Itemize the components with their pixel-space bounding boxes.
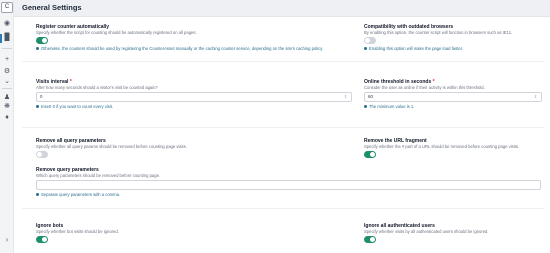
hint-text: Insert 0 if you want to count every visi… <box>41 104 114 109</box>
info-icon <box>364 47 367 51</box>
compatibility-field: Compatibility with outdated browsers By … <box>364 24 544 51</box>
field-hint: The minimum value is 1. <box>364 104 544 109</box>
settings-icon[interactable]: ❋ <box>3 103 11 111</box>
query-params-field: Remove query parameters Which query para… <box>36 167 544 197</box>
input-value: 0 <box>40 94 43 99</box>
input-value: 60 <box>368 94 374 99</box>
visits-interval-field: Visits interval * After how many seconds… <box>36 79 362 109</box>
sidebar-divider <box>2 48 12 49</box>
section-divider <box>22 61 544 62</box>
field-description: Specify whether the script for counting … <box>36 30 197 35</box>
field-description: Specify whether all query params should … <box>36 144 187 149</box>
plus-icon[interactable]: + <box>3 56 11 64</box>
field-description: Specify whether the # part of a URL shou… <box>364 144 520 149</box>
field-hint: Insert 0 if you want to count every visi… <box>36 104 362 109</box>
info-icon <box>36 47 39 51</box>
field-description: By enabling this option, the counter scr… <box>364 30 513 35</box>
section-divider <box>22 127 544 128</box>
info-icon <box>36 105 39 109</box>
toggle-knob <box>370 237 375 242</box>
info-icon <box>36 193 39 197</box>
hint-text: Separate query parameters with a comma. <box>41 192 121 197</box>
settings-form: Register counter automatically Specify w… <box>14 17 550 253</box>
app-logo[interactable]: C <box>1 2 13 13</box>
toggle-knob <box>365 38 370 43</box>
dashboard-icon[interactable]: ◉ <box>3 20 11 28</box>
hint-text: Enabling this option will make the page … <box>369 46 464 51</box>
remove-query-toggle[interactable] <box>36 151 48 158</box>
users-icon[interactable]: ♟ <box>3 94 11 102</box>
section-divider <box>22 208 544 209</box>
toggle-knob <box>42 38 47 43</box>
gear-icon[interactable]: ⚙ <box>3 68 11 76</box>
expand-sidebar-icon[interactable]: › <box>3 236 11 244</box>
hint-text: Otherwise, the counters should be used b… <box>41 46 324 51</box>
ignore-auth-field: Ignore all authenticated users Specify w… <box>364 223 544 243</box>
query-params-input[interactable] <box>36 180 541 190</box>
online-threshold-input[interactable]: 60 ⇕ <box>364 92 542 102</box>
toggle-knob <box>42 237 47 242</box>
plugin-icon[interactable]: ♦ <box>3 114 11 122</box>
compatibility-toggle[interactable] <box>364 37 376 44</box>
info-icon <box>364 105 367 109</box>
ignore-bots-toggle[interactable] <box>36 236 48 243</box>
online-threshold-field: Online threshold in seconds * Consider t… <box>364 79 544 109</box>
spinner-icon[interactable]: ⇕ <box>343 94 348 100</box>
field-description: After how many seconds should a visitor'… <box>36 85 158 90</box>
sidebar-divider <box>2 88 12 89</box>
sidebar: C ◉ █ + ⚙ ⌄ ♟ ❋ ♦ › <box>0 0 14 253</box>
page-header: General Settings <box>14 0 550 17</box>
remove-query-field: Remove all query parameters Specify whet… <box>36 138 356 158</box>
page-title: General Settings <box>22 3 82 12</box>
remove-fragment-toggle[interactable] <box>364 151 376 158</box>
book-icon[interactable]: █ <box>3 34 11 42</box>
remove-fragment-field: Remove the URL fragment Specify whether … <box>364 138 544 158</box>
field-description: Which query parameters should be removed… <box>36 173 161 178</box>
chevron-down-icon[interactable]: ⌄ <box>3 78 11 86</box>
field-description: Specify whether bot visits should be ign… <box>36 229 119 234</box>
register-counter-field: Register counter automatically Specify w… <box>36 24 336 51</box>
field-hint: Otherwise, the counters should be used b… <box>36 46 336 51</box>
ignore-bots-field: Ignore bots Specify whether bot visits s… <box>36 223 336 243</box>
ignore-auth-toggle[interactable] <box>364 236 376 243</box>
active-indicator <box>0 34 2 43</box>
toggle-knob <box>370 152 375 157</box>
field-description: Specify whether visits by all authentica… <box>364 229 489 234</box>
toggle-knob <box>37 152 42 157</box>
field-hint: Enabling this option will make the page … <box>364 46 544 51</box>
spinner-icon[interactable]: ⇕ <box>533 94 538 100</box>
hint-text: The minimum value is 1. <box>369 104 415 109</box>
register-counter-toggle[interactable] <box>36 37 48 44</box>
visits-interval-input[interactable]: 0 ⇕ <box>36 92 352 102</box>
field-description: Consider the user as online if their act… <box>364 85 485 90</box>
field-hint: Separate query parameters with a comma. <box>36 192 544 197</box>
